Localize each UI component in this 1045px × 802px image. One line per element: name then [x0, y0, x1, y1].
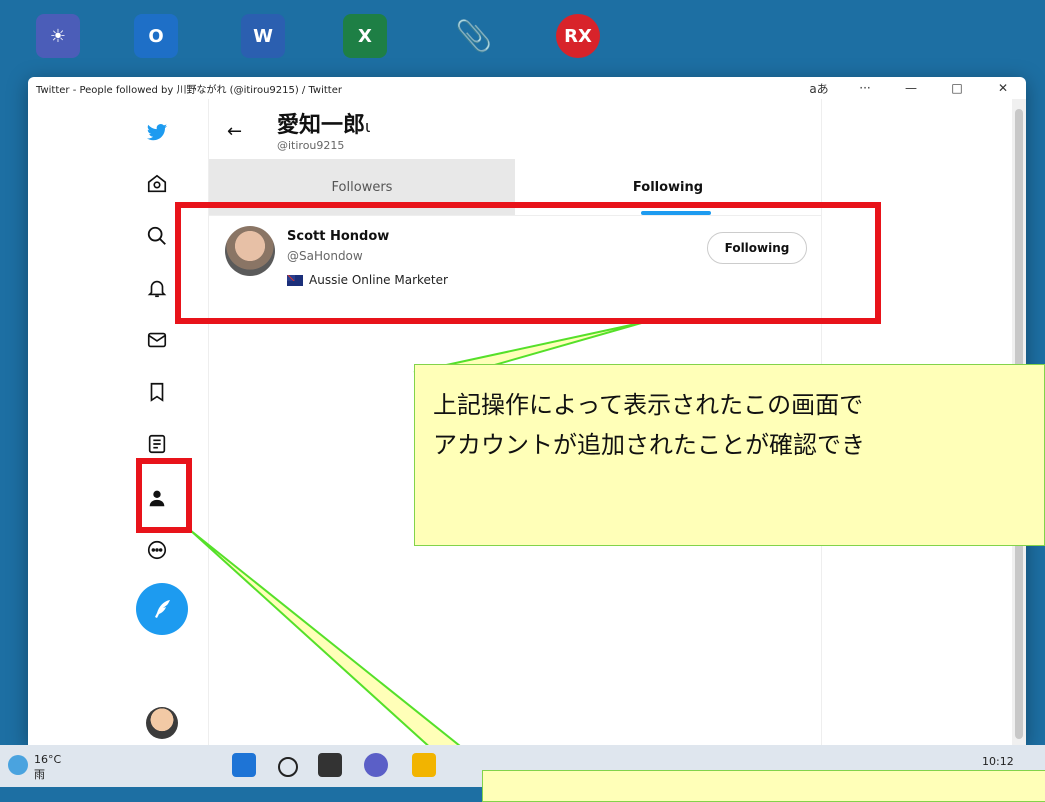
callout-box: 上記操作によって表示されたこの画面で アカウントが追加されたことが確認でき — [414, 364, 1045, 546]
desktop-icons: ☀ O W X 📎 RX — [0, 0, 1045, 80]
tweet-compose-icon[interactable] — [136, 583, 188, 635]
minimize-button[interactable]: — — [888, 81, 934, 95]
paperclip-icon[interactable]: 📎 — [452, 14, 496, 58]
callout-text: 上記操作によって表示されたこの画面で アカウントが追加されたことが確認でき — [433, 391, 865, 459]
highlight-box-profile — [136, 458, 192, 533]
profile-name: 愛知一郎ι — [277, 113, 371, 138]
font-icon[interactable]: aあ — [796, 80, 842, 97]
more-icon[interactable] — [142, 535, 172, 565]
maximize-button[interactable]: □ — [934, 81, 980, 95]
callout-box-bottom — [482, 770, 1045, 802]
more-options-icon[interactable]: ··· — [842, 81, 888, 95]
excel-icon[interactable]: X — [343, 14, 387, 58]
highlight-box-account — [175, 202, 881, 324]
task-view-icon[interactable] — [318, 753, 342, 777]
profile-handle: @itirou9215 — [277, 139, 345, 152]
avatar[interactable] — [146, 707, 178, 739]
chat-icon[interactable] — [364, 753, 388, 777]
rx-icon[interactable]: RX — [556, 14, 600, 58]
sidebar — [112, 99, 209, 745]
twitter-bird-icon[interactable] — [142, 117, 172, 147]
mail-icon[interactable] — [142, 325, 172, 355]
lists-icon[interactable] — [142, 429, 172, 459]
close-button[interactable]: ✕ — [980, 81, 1026, 95]
weather-widget[interactable]: 16°C 雨 — [34, 753, 61, 782]
start-icon[interactable] — [232, 753, 256, 777]
clock[interactable]: 10:12 — [982, 755, 1014, 768]
word-icon[interactable]: W — [241, 14, 285, 58]
explorer-icon[interactable] — [412, 753, 436, 777]
bell-icon[interactable] — [142, 273, 172, 303]
search-icon[interactable] — [142, 221, 172, 251]
weather-icon[interactable] — [8, 755, 28, 775]
taskbar-search-icon[interactable] — [278, 757, 298, 777]
back-arrow-icon[interactable]: ← — [227, 121, 242, 142]
bookmark-icon[interactable] — [142, 377, 172, 407]
window-controls: aあ ··· — □ ✕ — [796, 77, 1026, 99]
home-icon[interactable] — [142, 169, 172, 199]
outlook-icon[interactable]: O — [134, 14, 178, 58]
window-title: Twitter - People followed by 川野ながれ (@iti… — [36, 84, 342, 96]
app-icon-1[interactable]: ☀ — [36, 14, 80, 58]
window-titlebar: Twitter - People followed by 川野ながれ (@iti… — [28, 77, 1026, 99]
